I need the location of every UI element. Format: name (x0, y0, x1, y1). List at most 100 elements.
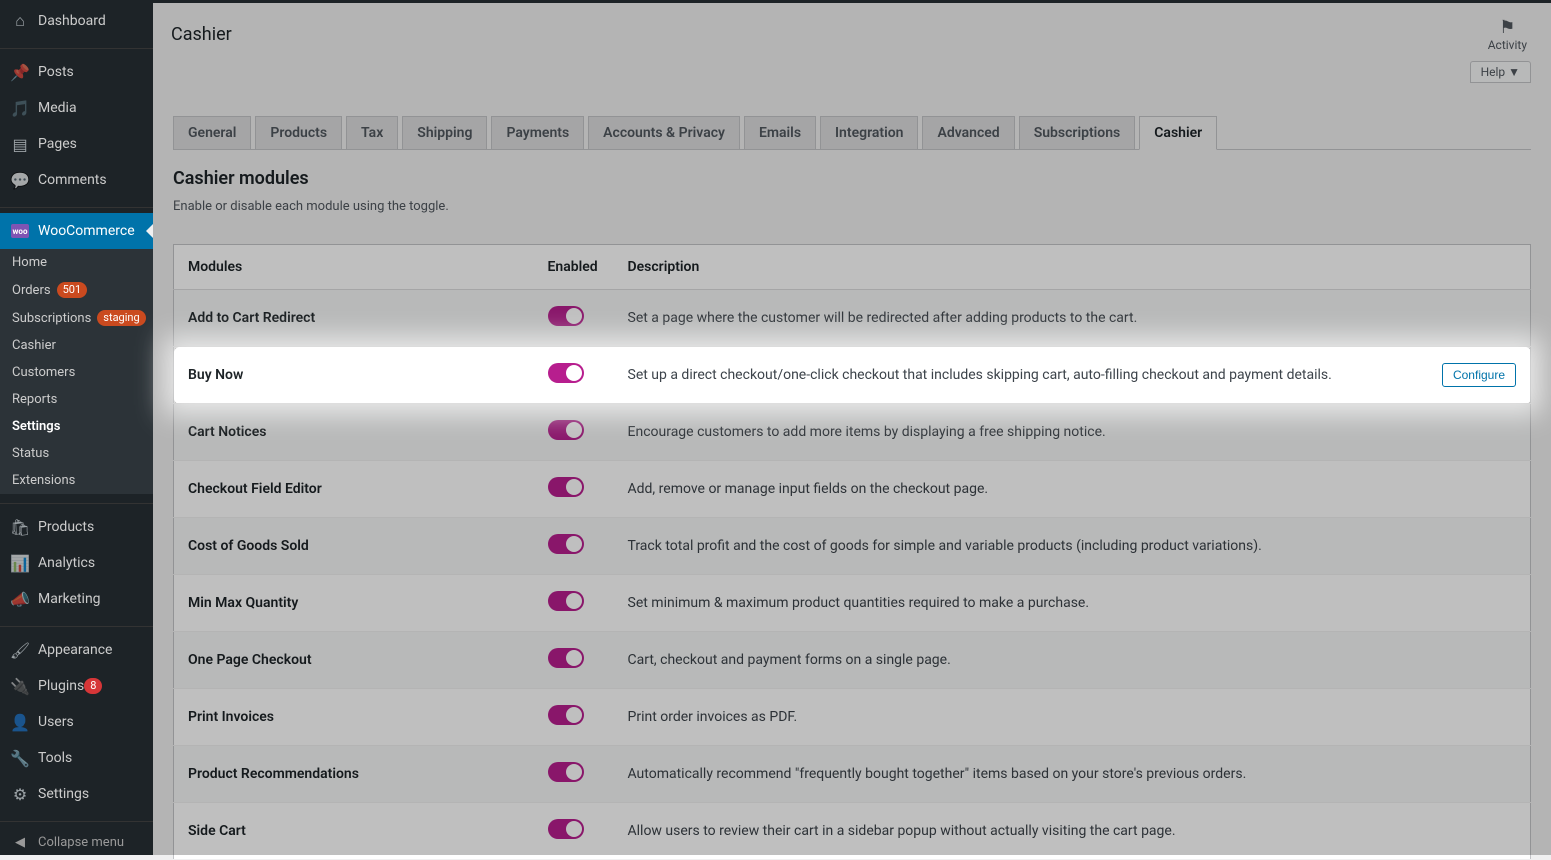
admin-sidebar: ⌂Dashboard 📌Posts 🎵Media ▤Pages 💬Comment… (0, 3, 153, 855)
tab-advanced[interactable]: Advanced (922, 116, 1014, 149)
tab-integration[interactable]: Integration (820, 116, 918, 149)
collapse-menu[interactable]: ◀Collapse menu (0, 827, 153, 855)
module-row: Cart Notices Encourage customers to add m… (174, 404, 1531, 461)
module-row: Side Cart Allow users to review their car… (174, 803, 1531, 860)
flag-icon: ⚑ (1488, 17, 1527, 38)
module-row: Add to Cart Redirect Set a page where the… (174, 290, 1531, 347)
appearance-icon: 🖌 (10, 640, 30, 660)
module-row: Min Max Quantity Set minimum & maximum pr… (174, 575, 1531, 632)
submenu-reports[interactable]: Reports (0, 386, 153, 413)
module-name: One Page Checkout (174, 632, 534, 689)
configure-button[interactable]: Configure (1442, 363, 1516, 387)
sidebar-item-plugins[interactable]: 🔌Plugins 8 (0, 668, 153, 704)
tab-products[interactable]: Products (255, 116, 342, 149)
module-toggle[interactable] (548, 306, 584, 326)
module-name: Buy Now (174, 347, 534, 404)
module-name: Checkout Field Editor (174, 461, 534, 518)
module-name: Print Invoices (174, 689, 534, 746)
sidebar-item-settings[interactable]: ⚙Settings (0, 776, 153, 812)
module-description: Set minimum & maximum product quantities… (614, 575, 1531, 632)
module-description: Add, remove or manage input fields on th… (614, 461, 1531, 518)
module-description: Cart, checkout and payment forms on a si… (614, 632, 1531, 689)
tab-emails[interactable]: Emails (744, 116, 816, 149)
module-row: Checkout Field Editor Add, remove or mana… (174, 461, 1531, 518)
tab-accounts-privacy[interactable]: Accounts & Privacy (588, 116, 740, 149)
collapse-icon: ◀ (10, 835, 30, 850)
module-name: Product Recommendations (174, 746, 534, 803)
module-description: Set up a direct checkout/one-click check… (614, 347, 1531, 404)
tab-subscriptions[interactable]: Subscriptions (1019, 116, 1136, 149)
module-description: Allow users to review their cart in a si… (614, 803, 1531, 860)
submenu-status[interactable]: Status (0, 440, 153, 467)
module-toggle[interactable] (548, 648, 584, 668)
tab-payments[interactable]: Payments (491, 116, 584, 149)
module-description: Encourage customers to add more items by… (614, 404, 1531, 461)
sidebar-item-tools[interactable]: 🔧Tools (0, 740, 153, 776)
submenu-home[interactable]: Home (0, 249, 153, 276)
module-toggle[interactable] (548, 705, 584, 725)
module-row: Print Invoices Print order invoices as PD… (174, 689, 1531, 746)
settings-tabs: GeneralProductsTaxShippingPaymentsAccoun… (173, 116, 1531, 150)
module-name: Min Max Quantity (174, 575, 534, 632)
analytics-icon: 📊 (10, 553, 30, 573)
module-toggle[interactable] (548, 819, 584, 839)
submenu-subscriptions[interactable]: Subscriptions staging (0, 304, 153, 332)
sidebar-item-media[interactable]: 🎵Media (0, 90, 153, 126)
module-toggle[interactable] (548, 477, 584, 497)
module-name: Cost of Goods Sold (174, 518, 534, 575)
tab-tax[interactable]: Tax (346, 116, 398, 149)
plugins-icon: 🔌 (10, 676, 30, 696)
module-description: Set a page where the customer will be re… (614, 290, 1531, 347)
submenu-customers[interactable]: Customers (0, 359, 153, 386)
sidebar-item-marketing[interactable]: 📣Marketing (0, 581, 153, 617)
pages-icon: ▤ (10, 134, 30, 154)
tools-icon: 🔧 (10, 748, 30, 768)
sidebar-item-analytics[interactable]: 📊Analytics (0, 545, 153, 581)
users-icon: 👤 (10, 712, 30, 732)
woocommerce-icon: woo (10, 221, 30, 241)
sidebar-item-posts[interactable]: 📌Posts (0, 54, 153, 90)
sidebar-item-users[interactable]: 👤Users (0, 704, 153, 740)
sidebar-item-products[interactable]: 🛍Products (0, 509, 153, 545)
woocommerce-submenu: Home Orders 501 Subscriptions staging Ca… (0, 249, 153, 494)
module-toggle[interactable] (548, 534, 584, 554)
pin-icon: 📌 (10, 62, 30, 82)
sidebar-item-dashboard[interactable]: ⌂Dashboard (0, 3, 153, 39)
col-header-enabled: Enabled (534, 245, 614, 290)
plugins-badge: 8 (84, 678, 102, 694)
module-description: Automatically recommend "frequently boug… (614, 746, 1531, 803)
staging-badge: staging (97, 310, 145, 326)
section-title: Cashier modules (173, 168, 1531, 189)
module-description: Track total profit and the cost of goods… (614, 518, 1531, 575)
tab-cashier[interactable]: Cashier (1139, 116, 1217, 150)
module-row: One Page Checkout Cart, checkout and paym… (174, 632, 1531, 689)
sidebar-item-pages[interactable]: ▤Pages (0, 126, 153, 162)
section-description: Enable or disable each module using the … (173, 199, 1531, 214)
orders-badge: 501 (57, 282, 88, 298)
sidebar-item-appearance[interactable]: 🖌Appearance (0, 632, 153, 668)
sidebar-item-comments[interactable]: 💬Comments (0, 162, 153, 198)
module-name: Cart Notices (174, 404, 534, 461)
comments-icon: 💬 (10, 170, 30, 190)
module-row: Product Recommendations Automatically rec… (174, 746, 1531, 803)
module-row: Cost of Goods Sold Track total profit and… (174, 518, 1531, 575)
tab-shipping[interactable]: Shipping (402, 116, 487, 149)
submenu-extensions[interactable]: Extensions (0, 467, 153, 494)
module-description: Print order invoices as PDF. (614, 689, 1531, 746)
page-title: Cashier (171, 24, 232, 45)
module-name: Side Cart (174, 803, 534, 860)
submenu-orders[interactable]: Orders 501 (0, 276, 153, 304)
module-row: Buy Now Set up a direct checkout/one-clic… (174, 347, 1531, 404)
module-toggle[interactable] (548, 420, 584, 440)
submenu-settings[interactable]: Settings (0, 413, 153, 440)
module-toggle[interactable] (548, 762, 584, 782)
help-tab[interactable]: Help ▼ (1470, 61, 1531, 83)
module-toggle[interactable] (548, 591, 584, 611)
tab-general[interactable]: General (173, 116, 251, 149)
module-name: Add to Cart Redirect (174, 290, 534, 347)
submenu-cashier[interactable]: Cashier (0, 332, 153, 359)
module-toggle[interactable] (548, 363, 584, 383)
media-icon: 🎵 (10, 98, 30, 118)
activity-button[interactable]: ⚑ Activity (1488, 17, 1533, 52)
sidebar-item-woocommerce[interactable]: wooWooCommerce (0, 213, 153, 249)
